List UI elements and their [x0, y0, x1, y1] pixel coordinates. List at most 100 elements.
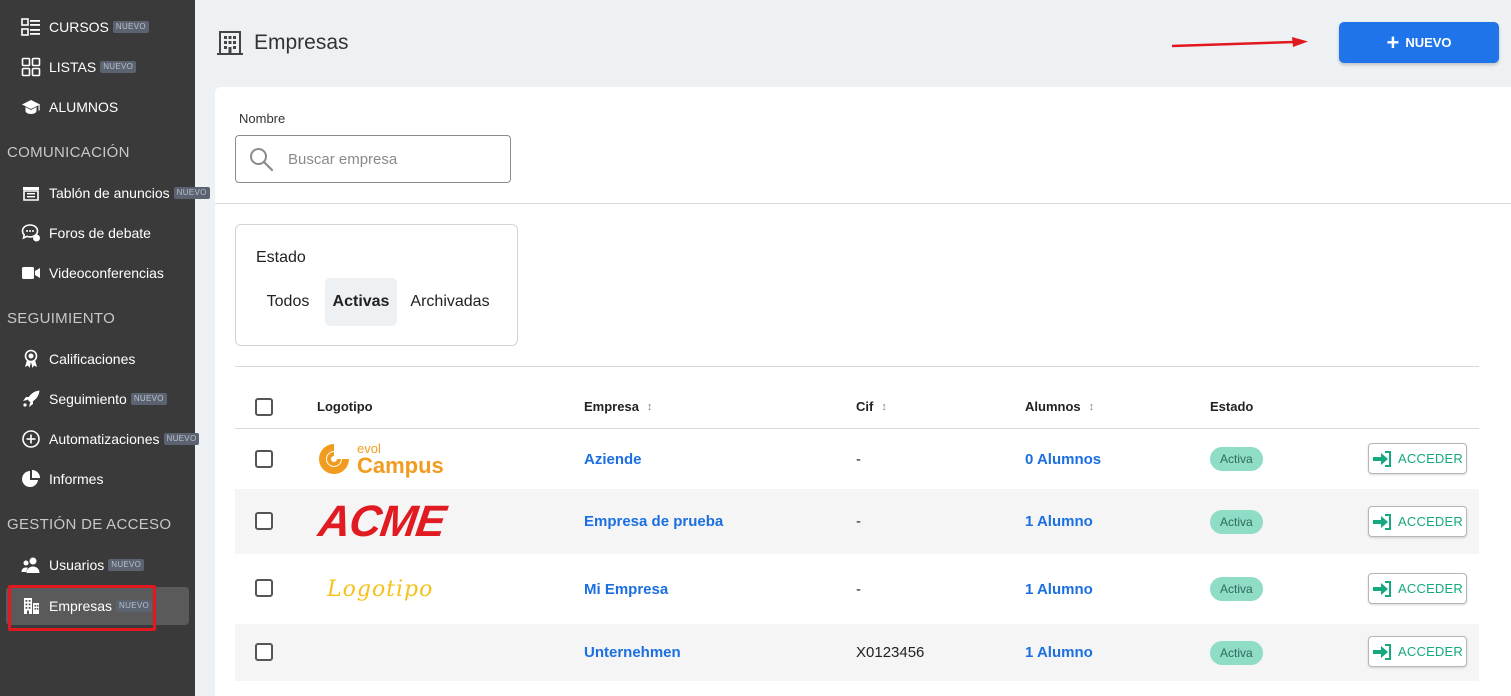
list-icon [20, 16, 42, 38]
sidebar-item-alumnos[interactable]: ALUMNOS [0, 88, 195, 126]
sidebar-item-videoconferencias[interactable]: Videoconferencias [0, 254, 195, 292]
sidebar-item-label: Foros de debate [49, 225, 151, 241]
search-input[interactable] [288, 150, 488, 168]
sidebar-item-label: CURSOS [49, 19, 109, 35]
sign-in-icon [1373, 513, 1392, 530]
row-checkbox[interactable] [255, 512, 273, 530]
section-title-gestion: GESTIÓN DE ACCESO [7, 516, 172, 533]
grid-icon [20, 56, 42, 78]
video-icon [20, 262, 42, 284]
page-header: Empresas [216, 26, 349, 60]
new-badge: NUEVO [112, 21, 149, 33]
table-row: Logotipo Mi Empresa - 1 Alumno Activa AC… [235, 555, 1479, 623]
sidebar-item-cursos[interactable]: CURSOS NUEVO [0, 8, 195, 46]
companies-card: Nombre Estado Todos Activas Archivadas L… [215, 87, 1511, 696]
students-count-link[interactable]: 1 Alumno [1025, 624, 1093, 681]
company-cif: - [856, 513, 861, 530]
sidebar-item-tablon[interactable]: Tablón de anuncios NUEVO [0, 174, 210, 212]
acceder-button[interactable]: ACCEDER [1368, 443, 1467, 474]
logotipo-logo: Logotipo [327, 576, 434, 602]
building-icon [217, 31, 243, 55]
logo-text-big: Campus [357, 452, 444, 478]
sidebar: CURSOS NUEVO LISTAS NUEVO ALUMNOS COMUNI… [0, 0, 210, 696]
search-icon [250, 148, 274, 172]
company-logo: evol Campus [317, 430, 444, 488]
col-cif[interactable]: Cif ↕ [856, 399, 887, 414]
row-checkbox[interactable] [255, 643, 273, 661]
red-arrow-annotation [1171, 37, 1308, 48]
sidebar-item-label: Empresas [49, 598, 113, 614]
acme-logo: ACME [315, 496, 449, 546]
col-alumnos[interactable]: Alumnos ↕ [1025, 399, 1094, 414]
estado-option-activas[interactable]: Activas [325, 278, 397, 326]
divider [235, 366, 1479, 367]
status-cell: Activa [1210, 430, 1263, 488]
table-row: ACME Empresa de prueba - 1 Alumno Activa… [235, 489, 1479, 554]
students-count-link[interactable]: 1 Alumno [1025, 555, 1093, 623]
new-button-label: NUEVO [1405, 35, 1452, 50]
sidebar-item-label: LISTAS [49, 59, 97, 75]
users-icon [20, 554, 42, 576]
sidebar-item-calificaciones[interactable]: Calificaciones [0, 340, 195, 378]
sidebar-item-label: Automatizaciones [49, 431, 160, 447]
table-header: Logotipo Empresa ↕ Cif ↕ Alumnos ↕ Estado [235, 385, 1479, 429]
sidebar-item-seguimiento[interactable]: Seguimiento NUEVO [0, 380, 195, 418]
company-cif: X0123456 [856, 644, 925, 661]
company-name-link[interactable]: Empresa de prueba [584, 489, 723, 554]
company-logo: ACME [316, 489, 448, 554]
sidebar-item-label: Seguimiento [49, 391, 127, 407]
status-badge: Activa [1210, 577, 1263, 601]
new-badge: NUEVO [108, 559, 145, 571]
estado-label: Estado [256, 249, 306, 266]
sign-in-icon [1373, 580, 1392, 597]
section-title-seguimiento: SEGUIMIENTO [7, 310, 116, 327]
acceder-button[interactable]: ACCEDER [1368, 636, 1467, 667]
company-name-link[interactable]: Mi Empresa [584, 555, 668, 623]
students-count-link[interactable]: 1 Alumno [1025, 489, 1093, 554]
sidebar-item-label: Tablón de anuncios [49, 185, 170, 201]
sidebar-item-label: Calificaciones [49, 351, 136, 367]
sidebar-item-label: Usuarios [49, 557, 105, 573]
search-field[interactable] [235, 135, 511, 183]
sidebar-item-foros[interactable]: Foros de debate [0, 214, 195, 252]
new-company-button[interactable]: + NUEVO [1339, 22, 1499, 63]
new-badge: NUEVO [163, 433, 200, 445]
sidebar-item-automatizaciones[interactable]: Automatizaciones NUEVO [0, 420, 200, 458]
sidebar-item-empresas[interactable]: Empresas NUEVO [6, 587, 189, 625]
company-cif: - [856, 450, 861, 468]
section-title-comunicacion: COMUNICACIÓN [7, 144, 130, 161]
row-checkbox[interactable] [255, 579, 273, 597]
table-row: evol Campus Aziende - 0 Alumnos Activa A… [235, 430, 1479, 488]
sidebar-item-label: Informes [49, 471, 104, 487]
acceder-button[interactable]: ACCEDER [1368, 573, 1467, 604]
graduation-cap-icon [20, 96, 42, 118]
divider [215, 203, 1511, 204]
company-name-link[interactable]: Unternehmen [584, 624, 681, 681]
new-badge: NUEVO [130, 393, 167, 405]
company-logo: Logotipo [327, 555, 433, 623]
new-badge: NUEVO [100, 61, 137, 73]
status-cell: Activa [1210, 489, 1263, 554]
row-checkbox[interactable] [255, 450, 273, 468]
evol-logo-mark [319, 444, 349, 474]
pie-chart-icon [20, 468, 42, 490]
estado-option-archivadas[interactable]: Archivadas [402, 278, 498, 326]
status-cell: Activa [1210, 624, 1263, 681]
plus-icon: + [1386, 29, 1400, 55]
select-all-checkbox[interactable] [255, 398, 273, 416]
students-count-link[interactable]: 0 Alumnos [1025, 430, 1101, 488]
estado-filter: Estado Todos Activas Archivadas [235, 224, 518, 346]
buildings-icon [20, 595, 42, 617]
medal-icon [20, 348, 42, 370]
status-badge: Activa [1210, 640, 1263, 665]
col-empresa[interactable]: Empresa ↕ [584, 399, 652, 414]
sidebar-item-listas[interactable]: LISTAS NUEVO [0, 48, 195, 86]
acceder-button[interactable]: ACCEDER [1368, 506, 1467, 537]
sidebar-item-usuarios[interactable]: Usuarios NUEVO [0, 546, 195, 584]
sign-in-icon [1373, 643, 1392, 660]
estado-option-todos[interactable]: Todos [256, 278, 320, 326]
company-name-link[interactable]: Aziende [584, 430, 642, 488]
sidebar-item-informes[interactable]: Informes [0, 460, 195, 498]
table-row: Unternehmen X0123456 1 Alumno Activa ACC… [235, 624, 1479, 681]
forum-icon [20, 222, 42, 244]
